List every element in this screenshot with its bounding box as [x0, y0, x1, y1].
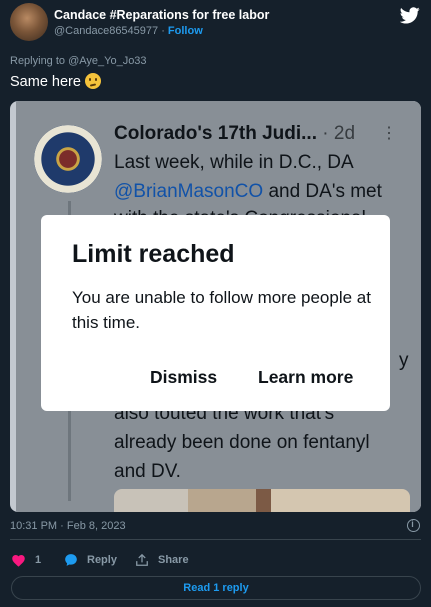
author-handle[interactable]: @Candace86545977 [54, 25, 158, 37]
avatar[interactable] [10, 3, 48, 41]
author-display-name[interactable]: Candace #Reparations for free labor [54, 8, 269, 22]
tweet-text-row: Same here [10, 73, 101, 90]
screenshot-account-name: Colorado's 17th Judi... [114, 123, 317, 144]
like-button[interactable]: 1 [11, 549, 41, 571]
heart-icon [11, 553, 26, 567]
limit-reached-dialog: Limit reached You are unable to follow m… [41, 215, 390, 411]
handle-separator: · [158, 25, 168, 37]
info-icon[interactable] [407, 519, 420, 532]
reply-label: Reply [87, 554, 117, 566]
dismiss-button[interactable]: Dismiss [150, 367, 217, 388]
screenshot-more-icon: ⋮ [381, 125, 397, 142]
screenshot-photo-strip [114, 489, 410, 512]
divider [10, 539, 421, 540]
reply-bubble-icon [64, 553, 78, 567]
dialog-body: You are unable to follow more people at … [72, 288, 371, 332]
screenshot-line-5: already been done on fentanyl [114, 432, 370, 453]
district-attorney-seal-icon [34, 125, 102, 193]
share-label: Share [158, 554, 189, 566]
reply-button[interactable]: Reply [64, 549, 117, 571]
screenshot-line-side: y [399, 350, 409, 371]
read-replies-button[interactable]: Read 1 reply [11, 576, 421, 600]
screenshot-date: · 2d [317, 123, 356, 144]
tweet-timestamp[interactable]: 10:31 PM · Feb 8, 2023 [10, 520, 126, 532]
screenshot-line-6: and DV. [114, 461, 181, 482]
twitter-bird-icon[interactable] [400, 7, 420, 24]
replying-to[interactable]: Replying to @Aye_Yo_Jo33 [10, 55, 147, 67]
screenshot-line-2-rest: and DA's met [263, 181, 382, 202]
dialog-title: Limit reached [72, 240, 235, 268]
like-count: 1 [35, 554, 42, 566]
screenshot-account-row: Colorado's 17th Judi... · 2d [114, 123, 355, 145]
share-button[interactable]: Share [135, 549, 189, 571]
tweet-text: Same here [10, 74, 81, 90]
author-handle-row: @Candace86545977 · Follow [54, 25, 203, 37]
follow-link[interactable]: Follow [168, 25, 203, 37]
thinking-face-emoji-icon [84, 73, 101, 89]
share-icon [135, 553, 149, 567]
learn-more-button[interactable]: Learn more [258, 367, 353, 388]
screenshot-line-1: Last week, while in D.C., DA [114, 152, 354, 173]
screenshot-mention: @BrianMasonCO [114, 181, 264, 202]
screenshot-line-2: @BrianMasonCO and DA's met [114, 181, 382, 203]
